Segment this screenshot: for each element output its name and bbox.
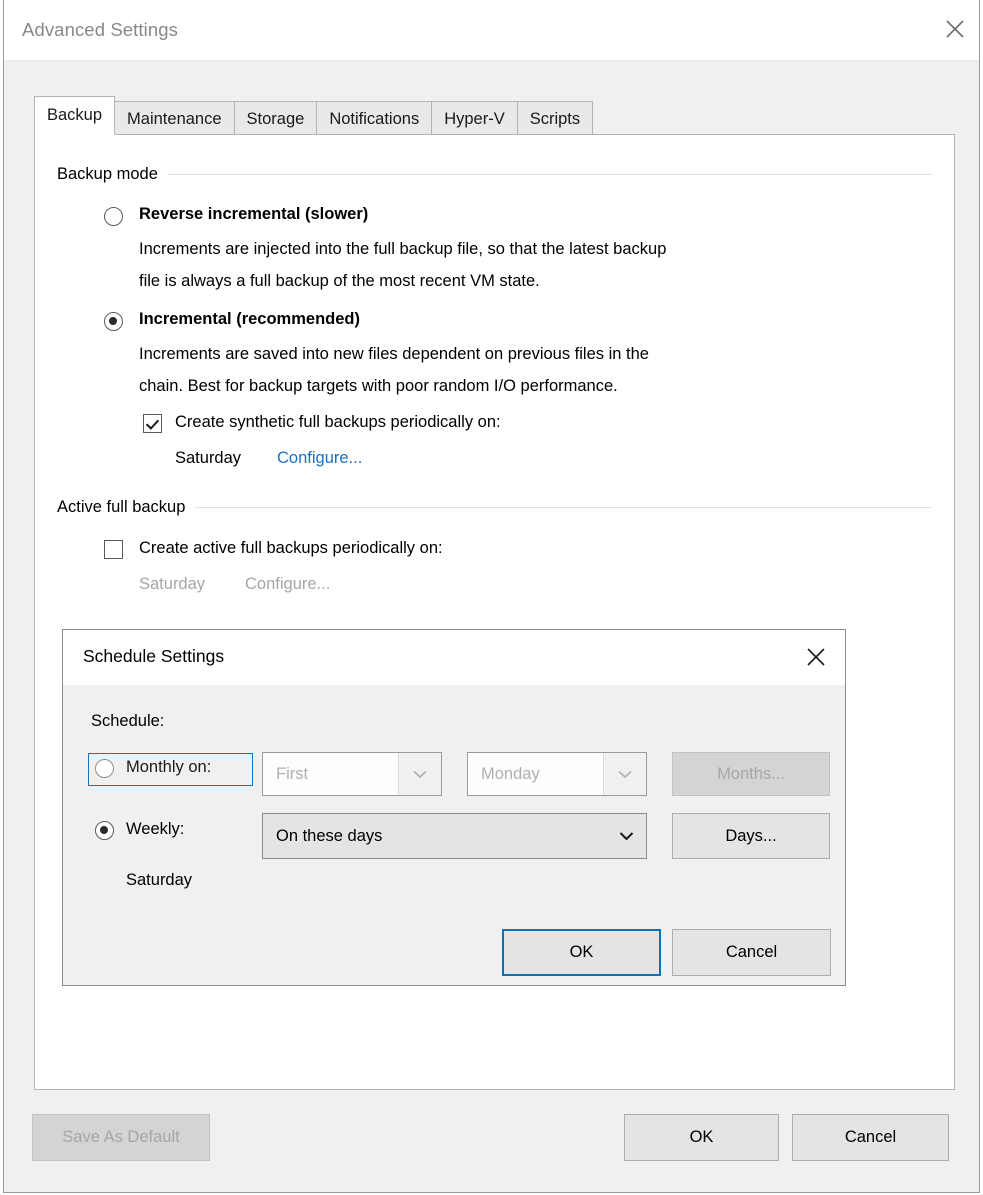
group-divider [195, 507, 932, 508]
footer-bar: Save As Default OK Cancel [4, 1092, 979, 1192]
reverse-incremental-description-line1: Increments are injected into the full ba… [139, 240, 667, 258]
window-titlebar: Advanced Settings [4, 0, 979, 61]
active-full-day-value: Saturday [139, 575, 206, 593]
monthly-weekday-value: Monday [481, 765, 540, 783]
close-icon[interactable] [791, 630, 841, 684]
checkbox-create-active-full[interactable] [104, 540, 123, 559]
months-button: Months... [672, 752, 830, 796]
tab-backup[interactable]: Backup [34, 96, 116, 135]
window-title: Advanced Settings [22, 19, 178, 40]
synthetic-full-day-value: Saturday [175, 449, 242, 467]
monthly-ordinal-value: First [276, 765, 309, 783]
chevron-down-icon [606, 814, 646, 858]
tab-hyper-v[interactable]: Hyper-V [431, 101, 518, 135]
save-as-default-button: Save As Default [32, 1114, 210, 1161]
group-divider [167, 174, 932, 175]
monthly-weekday-dropdown: Monday [467, 752, 647, 796]
radio-weekly[interactable] [95, 821, 114, 840]
reverse-incremental-description-line2: file is always a full backup of the most… [139, 272, 540, 290]
schedule-dialog-title: Schedule Settings [83, 646, 225, 666]
radio-incremental-label: Incremental (recommended) [139, 310, 360, 328]
synthetic-full-configure-link[interactable]: Configure... [277, 449, 362, 468]
backup-mode-group-label: Backup mode [57, 165, 158, 183]
cancel-button[interactable]: Cancel [792, 1114, 949, 1161]
weekly-mode-value: On these days [276, 827, 383, 845]
schedule-dialog-titlebar: Schedule Settings [63, 630, 845, 685]
tab-storage[interactable]: Storage [233, 101, 318, 135]
days-button[interactable]: Days... [672, 813, 830, 859]
radio-incremental[interactable] [104, 312, 123, 331]
active-full-configure-link: Configure... [245, 575, 331, 593]
schedule-settings-dialog: Schedule Settings Schedule: Monthly on: … [62, 629, 846, 986]
tabstrip: Backup Maintenance Storage Notifications… [34, 96, 594, 135]
tab-notifications[interactable]: Notifications [316, 101, 433, 135]
backup-mode-group-header: Backup mode [57, 165, 932, 184]
close-icon[interactable] [931, 0, 979, 58]
schedule-cancel-button[interactable]: Cancel [672, 929, 831, 976]
weekly-mode-dropdown[interactable]: On these days [262, 813, 647, 859]
active-full-backup-group-header: Active full backup [57, 498, 932, 517]
checkbox-create-synthetic-full[interactable] [143, 414, 162, 433]
radio-reverse-incremental-label: Reverse incremental (slower) [139, 205, 369, 223]
radio-reverse-incremental[interactable] [104, 207, 123, 226]
checkbox-create-synthetic-full-label: Create synthetic full backups periodical… [175, 413, 501, 431]
schedule-dialog-body: Schedule: Monthly on: First Monday Month… [63, 685, 845, 985]
incremental-description-line2: chain. Best for backup targets with poor… [139, 377, 618, 395]
active-full-backup-group-label: Active full backup [57, 498, 186, 516]
backup-tab-panel: Backup mode Reverse incremental (slower)… [34, 134, 955, 1090]
tab-maintenance[interactable]: Maintenance [114, 101, 235, 135]
checkbox-create-active-full-label: Create active full backups periodically … [139, 539, 443, 557]
radio-monthly-on-label: Monthly on: [126, 758, 212, 776]
tab-scripts[interactable]: Scripts [516, 101, 594, 135]
weekly-days-value: Saturday [126, 871, 193, 889]
monthly-ordinal-dropdown: First [262, 752, 442, 796]
radio-monthly-on[interactable] [95, 759, 114, 778]
ok-button[interactable]: OK [624, 1114, 779, 1161]
incremental-description-line1: Increments are saved into new files depe… [139, 345, 649, 363]
schedule-label: Schedule: [91, 712, 165, 730]
advanced-settings-window: Advanced Settings Backup Maintenance Sto… [3, 0, 980, 1193]
schedule-ok-button[interactable]: OK [502, 929, 661, 976]
radio-weekly-label: Weekly: [126, 820, 185, 838]
chevron-down-icon [398, 753, 441, 795]
chevron-down-icon [603, 753, 646, 795]
